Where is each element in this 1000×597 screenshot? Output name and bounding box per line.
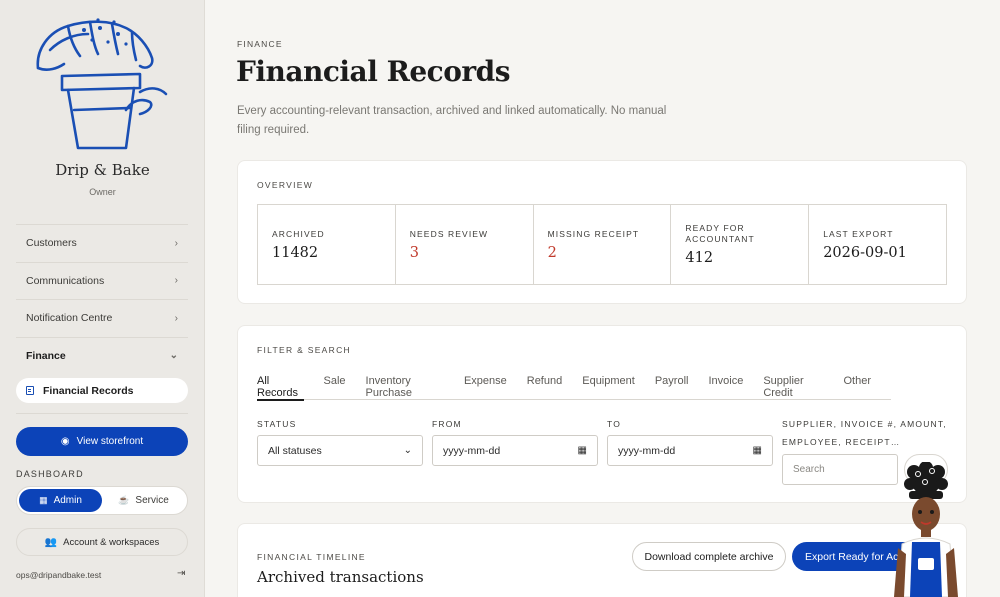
- tab-inventory-purchase[interactable]: Inventory Purchase: [366, 375, 444, 400]
- chevron-right-icon: ›: [174, 237, 178, 249]
- sidebar-item-customers[interactable]: Customers ›: [16, 224, 188, 262]
- tab-supplier-credit[interactable]: Supplier Credit: [763, 375, 823, 400]
- status-select[interactable]: All statuses ⌄: [257, 435, 423, 466]
- stat-missing-receipt: MISSING RECEIPT 2: [534, 205, 672, 284]
- tab-equipment[interactable]: Equipment: [582, 375, 635, 400]
- stat-last-export: LAST EXPORT 2026-09-01: [809, 205, 946, 284]
- search-label: SUPPLIER, INVOICE #, AMOUNT, EMPLOYEE, R…: [782, 419, 947, 447]
- sidebar-item-finance[interactable]: Finance ⌄: [16, 336, 188, 375]
- sidebar-item-label: Finance: [26, 349, 66, 362]
- search-input[interactable]: Search: [782, 454, 898, 485]
- stat-value: 412: [685, 250, 714, 266]
- brand-name: Drip & Bake: [55, 161, 150, 179]
- to-label: TO: [607, 419, 622, 429]
- cup-icon: ☕: [118, 495, 130, 505]
- calendar-icon: ▦: [752, 445, 762, 456]
- sidebar: Drip & Bake Owner Customers › Communicat…: [0, 0, 205, 597]
- timeline-label: FINANCIAL TIMELINE: [257, 552, 366, 562]
- stat-label: LAST EXPORT: [823, 228, 894, 239]
- stat-needs-review: NEEDS REVIEW 3: [396, 205, 534, 284]
- overview-label: OVERVIEW: [257, 180, 314, 190]
- page-description: Every accounting-relevant transaction, a…: [237, 105, 667, 136]
- document-icon: [26, 386, 34, 395]
- toggle-admin-label: Admin: [53, 495, 82, 506]
- sidebar-divider: [16, 413, 188, 414]
- to-date-input[interactable]: yyyy-mm-dd ▦: [607, 435, 773, 466]
- sidebar-item-notification-centre[interactable]: Notification Centre ›: [16, 299, 188, 337]
- account-workspaces-button[interactable]: 👥 Account & workspaces: [16, 528, 188, 556]
- sidebar-nav: Customers › Communications › Notificatio…: [16, 224, 188, 403]
- tab-payroll[interactable]: Payroll: [655, 375, 689, 400]
- timeline-title: Archived transactions: [257, 568, 424, 586]
- status-label: STATUS: [257, 419, 297, 429]
- search-placeholder: Search: [793, 464, 825, 475]
- eye-icon: ◉: [60, 436, 70, 447]
- view-storefront-label: View storefront: [76, 436, 144, 447]
- stat-value: 2: [547, 244, 557, 261]
- tab-expense[interactable]: Expense: [464, 375, 507, 400]
- page-eyebrow: FINANCE: [237, 39, 283, 49]
- user-role: Owner: [89, 187, 116, 197]
- overview-card: OVERVIEW ARCHIVED 11482 NEEDS REVIEW 3 M…: [237, 160, 967, 304]
- stat-archived: ARCHIVED 11482: [258, 205, 396, 284]
- user-email: ops@dripandbake.test: [16, 570, 102, 580]
- chevron-down-icon: ⌄: [403, 445, 412, 456]
- to-date-placeholder: yyyy-mm-dd: [618, 444, 676, 457]
- filter-label: FILTER & SEARCH: [257, 345, 351, 355]
- record-type-tabs: All Records Sale Inventory Purchase Expe…: [257, 375, 891, 401]
- chevron-right-icon: ›: [174, 275, 178, 287]
- stat-label: ARCHIVED: [272, 228, 325, 239]
- croissant-cup-logo: [36, 18, 168, 150]
- sidebar-item-communications[interactable]: Communications ›: [16, 261, 188, 300]
- stat-ready-for-accountant: READY FOR ACCOUNTANT 412: [671, 205, 810, 284]
- sidebar-item-label: Customers: [26, 237, 77, 250]
- tab-other[interactable]: Other: [843, 375, 871, 400]
- assistant-avatar[interactable]: [892, 462, 960, 597]
- stat-label: NEEDS REVIEW: [409, 228, 489, 239]
- view-storefront-button[interactable]: ◉ View storefront: [16, 427, 188, 456]
- status-select-value: All statuses: [268, 444, 322, 457]
- tab-all-records[interactable]: All Records: [257, 375, 304, 401]
- users-icon: 👥: [44, 536, 58, 548]
- filter-card: FILTER & SEARCH All Records Sale Invento…: [237, 325, 967, 503]
- logout-icon[interactable]: ⇥: [177, 568, 185, 579]
- from-label: FROM: [432, 419, 462, 429]
- overview-stats: ARCHIVED 11482 NEEDS REVIEW 3 MISSING RE…: [257, 204, 947, 285]
- sidebar-subitem-label: Financial Records: [43, 384, 134, 397]
- sidebar-subitem-financial-records[interactable]: Financial Records: [16, 378, 188, 403]
- account-workspaces-label: Account & workspaces: [63, 536, 160, 548]
- toggle-service-label: Service: [135, 495, 169, 506]
- dashboard-toggle: ▦ Admin ☕ Service: [16, 486, 188, 515]
- chevron-down-icon: ⌄: [169, 350, 178, 362]
- tab-sale[interactable]: Sale: [324, 375, 346, 400]
- from-date-placeholder: yyyy-mm-dd: [443, 444, 501, 457]
- page-title: Financial Records: [236, 55, 511, 88]
- toggle-admin[interactable]: ▦ Admin: [19, 489, 102, 512]
- download-archive-button[interactable]: Download complete archive: [632, 542, 786, 571]
- stat-value: 11482: [272, 244, 319, 261]
- timeline-card: FINANCIAL TIMELINE Archived transactions…: [237, 523, 967, 597]
- main-content: FINANCE Financial Records Every accounti…: [205, 0, 1000, 597]
- tab-refund[interactable]: Refund: [527, 375, 562, 400]
- grid-icon: ▦: [39, 495, 48, 505]
- stat-value: 3: [409, 244, 420, 261]
- stat-value: 2026-09-01: [823, 244, 907, 261]
- dashboard-label: DASHBOARD: [16, 469, 84, 479]
- toggle-service[interactable]: ☕ Service: [102, 489, 185, 512]
- tab-invoice[interactable]: Invoice: [708, 375, 743, 400]
- stat-label: READY FOR ACCOUNTANT: [685, 223, 755, 244]
- stat-label: MISSING RECEIPT: [547, 228, 640, 239]
- from-date-input[interactable]: yyyy-mm-dd ▦: [432, 435, 598, 466]
- calendar-icon: ▦: [577, 445, 587, 456]
- sidebar-item-label: Notification Centre: [26, 312, 113, 325]
- sidebar-item-label: Communications: [26, 274, 105, 287]
- chevron-right-icon: ›: [174, 312, 178, 324]
